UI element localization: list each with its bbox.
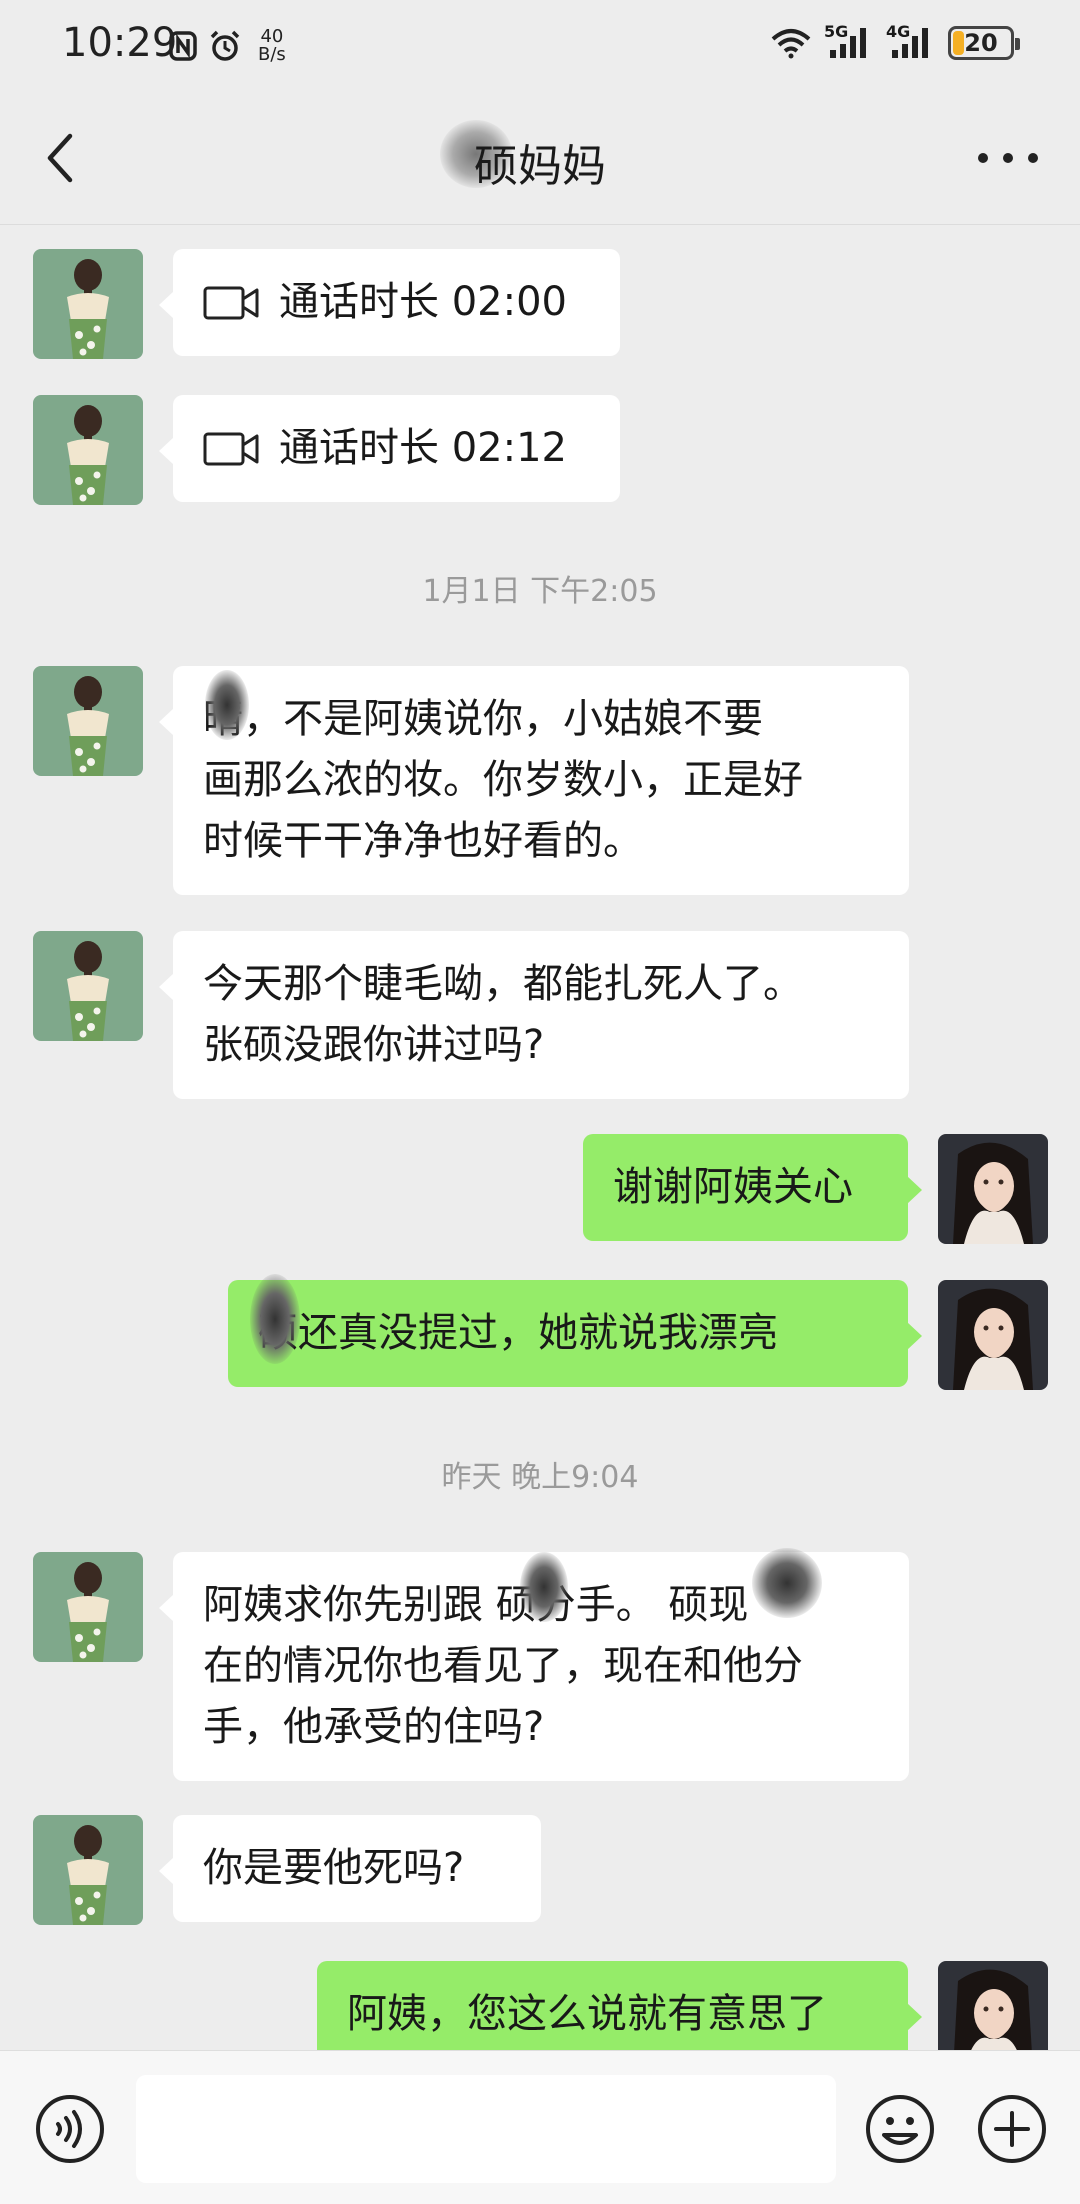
message-text-line: 在的情况你也看见了，现在和他分 [203,1643,803,1689]
message-text-line: 谢谢阿姨关心 [613,1164,853,1210]
status-left-icons: 40 B/s [168,28,286,64]
message-bubble[interactable]: 今天那个睫毛呦，都能扎死人了。 张硕没跟你讲过吗? [159,931,909,1099]
chat-title: 硕妈妈 [474,141,606,192]
message-text-line: 画那么浓的妆。你岁数小，正是好 [203,757,803,803]
timestamp: 昨天 晚上9:04 [441,1460,639,1495]
call-duration-text: 通话时长 02:12 [279,425,567,471]
contact-avatar[interactable] [33,666,143,776]
emoji-icon [866,2095,934,2163]
signal-bars-icon [892,28,928,58]
net-speed-unit: B/s [258,44,286,65]
contact-avatar[interactable] [33,249,143,359]
more-functions-button[interactable] [976,2093,1048,2165]
status-time: 10:29 [62,20,178,66]
signal-5g: 5G [824,22,874,60]
contact-avatar[interactable] [33,1815,143,1925]
call-bubble[interactable]: 通话时长 02:00 [159,249,620,356]
video-call-icon [203,286,259,319]
net-speed: 40 B/s [258,28,286,64]
more-button[interactable] [978,148,1038,168]
call-bubble[interactable]: 通话时长 02:12 [159,395,620,502]
input-bar [0,2050,1080,2204]
status-bar: 10:29 40 B/s 5G 4G 20 [0,0,1080,92]
my-avatar[interactable] [938,1134,1048,1244]
plus-icon [978,2095,1046,2163]
call-duration-text: 通话时长 02:00 [279,279,567,325]
message-text-line: 今天那个睫毛呦，都能扎死人了。 [203,961,803,1007]
signal-bars-icon [830,28,866,58]
more-dots-icon [978,153,988,163]
nfc-icon [169,31,197,61]
chat-header: 硕妈妈 [0,92,1080,225]
redaction-blur [520,1552,568,1622]
battery-fill [953,31,964,55]
message-bubble[interactable]: 硕还真没提过，她就说我漂亮 [228,1280,922,1387]
battery-indicator: 20 [948,26,1020,60]
message-bubble[interactable]: 你是要他死吗? [159,1815,541,1922]
message-text-line: 你是要他死吗? [203,1845,465,1891]
message-text-line: 硕还真没提过，她就说我漂亮 [258,1310,778,1356]
message-text-line: 晴，不是阿姨说你，小姑娘不要 [203,696,763,742]
my-avatar[interactable] [938,1280,1048,1390]
signal-4g: 4G [886,22,936,60]
redaction-blur [752,1548,822,1618]
message-list[interactable]: 通话时长 02:00 通话时长 02:12 1月1日 下午2:05 晴，不是阿姨说你，… [0,226,1080,2050]
alarm-icon [210,30,240,61]
status-right-icons: 5G 4G 20 [770,22,1020,60]
message-text-line: 阿姨，您这么说就有意思了 [347,1991,827,2037]
wifi-icon [771,29,811,59]
message-text-line: 张硕没跟你讲过吗? [203,1022,545,1068]
battery-level: 20 [964,29,998,57]
contact-avatar[interactable] [33,395,143,505]
video-call-icon [203,432,259,465]
redaction-blur [205,670,249,740]
message-input[interactable] [136,2075,836,2183]
message-bubble[interactable]: 阿姨，您这么说就有意思了 [317,1961,922,2050]
message-text-line: 手，他承受的住吗? [203,1704,545,1750]
message-text-line: 时候干干净净也好看的。 [203,818,643,864]
message-bubble[interactable]: 谢谢阿姨关心 [583,1134,922,1241]
contact-avatar[interactable] [33,931,143,1041]
voice-button[interactable] [34,2093,106,2165]
voice-input-icon [36,2095,104,2163]
contact-avatar[interactable] [33,1552,143,1662]
message-bubble[interactable]: 晴，不是阿姨说你，小姑娘不要 画那么浓的妆。你岁数小，正是好 时候干干净净也好看的。 [159,666,909,895]
my-avatar[interactable] [938,1961,1048,2050]
timestamp: 1月1日 下午2:05 [422,574,658,609]
redaction-blur [250,1274,300,1364]
emoji-button[interactable] [864,2093,936,2165]
